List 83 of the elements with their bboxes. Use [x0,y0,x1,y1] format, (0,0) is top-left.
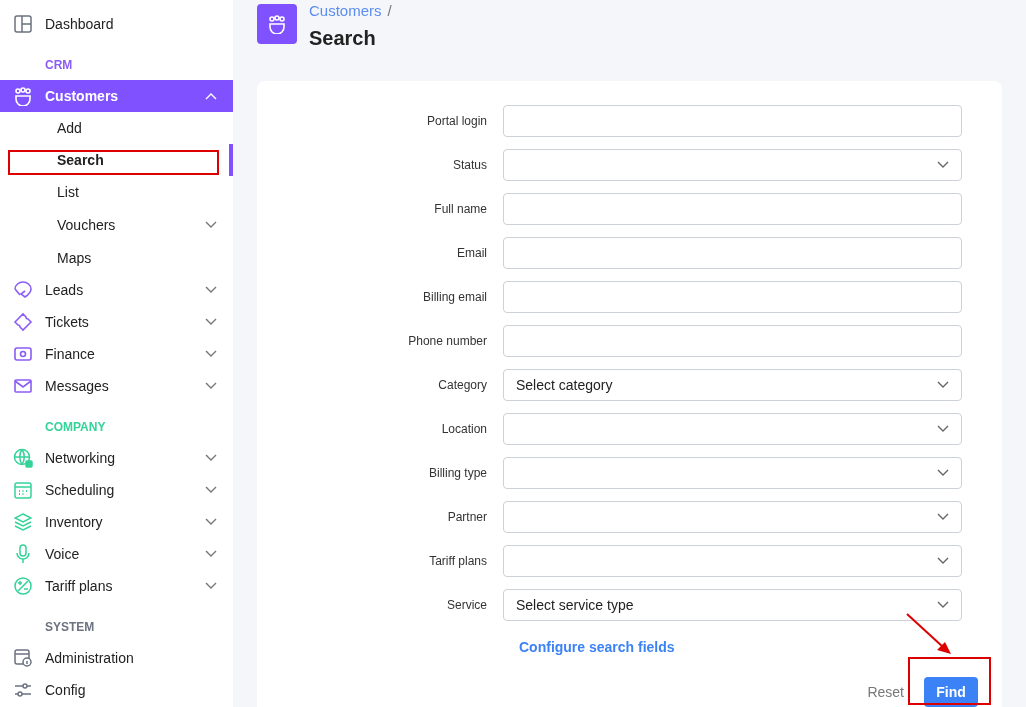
select-field[interactable] [503,149,962,181]
field-label: Status [451,157,488,174]
sidebar-item[interactable]: Config [0,674,233,706]
menu-icon [12,280,33,300]
breadcrumb-separator: / [387,4,392,17]
chevron-down-icon [205,286,217,294]
annotation-arrow [906,613,951,654]
field-label: Partner [446,509,488,526]
section-heading: COMPANY [44,419,107,436]
sidebar-item[interactable]: Scheduling [0,474,233,506]
configure-search-fields-link[interactable]: Configure search fields [519,639,675,655]
sidebar-item[interactable]: Customers [0,80,233,112]
menu-icon [12,680,33,700]
menu-icon [12,448,33,468]
field-label: Phone number [407,333,488,350]
sidebar-item[interactable]: Dashboard [0,8,233,40]
field-label: Category [437,377,488,394]
field-label: Full name [433,201,488,218]
chevron-up-icon [205,92,217,100]
chevron-down-icon [205,350,217,358]
chevron-down-icon [205,550,217,558]
chevron-down-icon [205,382,217,390]
input-field[interactable] [503,325,962,357]
chevron-down-icon [937,513,949,521]
reset-button[interactable]: Reset [867,681,904,703]
sidebar-item[interactable]: Leads [0,274,233,306]
submenu-item[interactable]: Search [0,144,233,176]
sidebar-item[interactable]: Finance [0,338,233,370]
sidebar-item[interactable]: Voice [0,538,233,570]
submenu-item[interactable]: Add [0,112,233,144]
input-field[interactable] [503,237,962,269]
submenu-item[interactable]: Vouchers [0,208,233,242]
menu-icon [12,344,33,364]
chevron-down-icon [937,601,949,609]
chevron-down-icon [205,318,217,326]
field-label: Service [446,597,488,614]
select-field[interactable]: Select service type [503,589,962,621]
field-label: Tariff plans [428,553,488,570]
chevron-down-icon [205,518,217,526]
menu-icon [12,480,33,500]
chevron-down-icon [937,425,949,433]
chevron-down-icon [205,486,217,494]
input-field[interactable] [503,281,962,313]
chevron-down-icon [205,582,217,590]
sidebar-item[interactable]: Tariff plans [0,570,233,602]
page-title: Search [309,26,377,51]
select-field[interactable] [503,501,962,533]
field-label: Location [440,421,488,438]
menu-icon [12,312,33,332]
select-field[interactable] [503,457,962,489]
field-label: Portal login [425,113,488,130]
chevron-down-icon [937,557,949,565]
submenu-item[interactable]: List [0,176,233,208]
field-label: Billing email [421,289,488,306]
chevron-down-icon [205,454,217,462]
sidebar-item[interactable]: Administration [0,642,233,674]
menu-icon [12,376,33,396]
chevron-down-icon [205,221,217,229]
submenu-item[interactable]: Maps [0,242,233,274]
field-label: Email [456,245,488,262]
input-field[interactable] [503,105,962,137]
menu-icon [12,576,33,596]
menu-icon [12,14,33,34]
chevron-down-icon [937,381,949,389]
section-heading: CRM [44,57,74,74]
chevron-down-icon [937,469,949,477]
menu-icon [12,86,33,106]
sidebar-item[interactable]: Tickets [0,306,233,338]
input-field[interactable] [503,193,962,225]
section-heading: SYSTEM [44,619,96,636]
active-indicator [229,144,233,176]
select-field[interactable] [503,545,962,577]
menu-icon [12,648,33,668]
menu-icon [12,512,33,532]
select-field[interactable] [503,413,962,445]
field-label: Billing type [427,465,488,482]
sidebar-item[interactable]: Inventory [0,506,233,538]
chevron-down-icon [937,161,949,169]
sidebar-item[interactable]: Networking [0,442,233,474]
select-field[interactable]: Select category [503,369,962,401]
find-button[interactable]: Find [924,677,978,707]
sidebar-item[interactable]: Messages [0,370,233,402]
customers-header-icon [257,4,297,44]
